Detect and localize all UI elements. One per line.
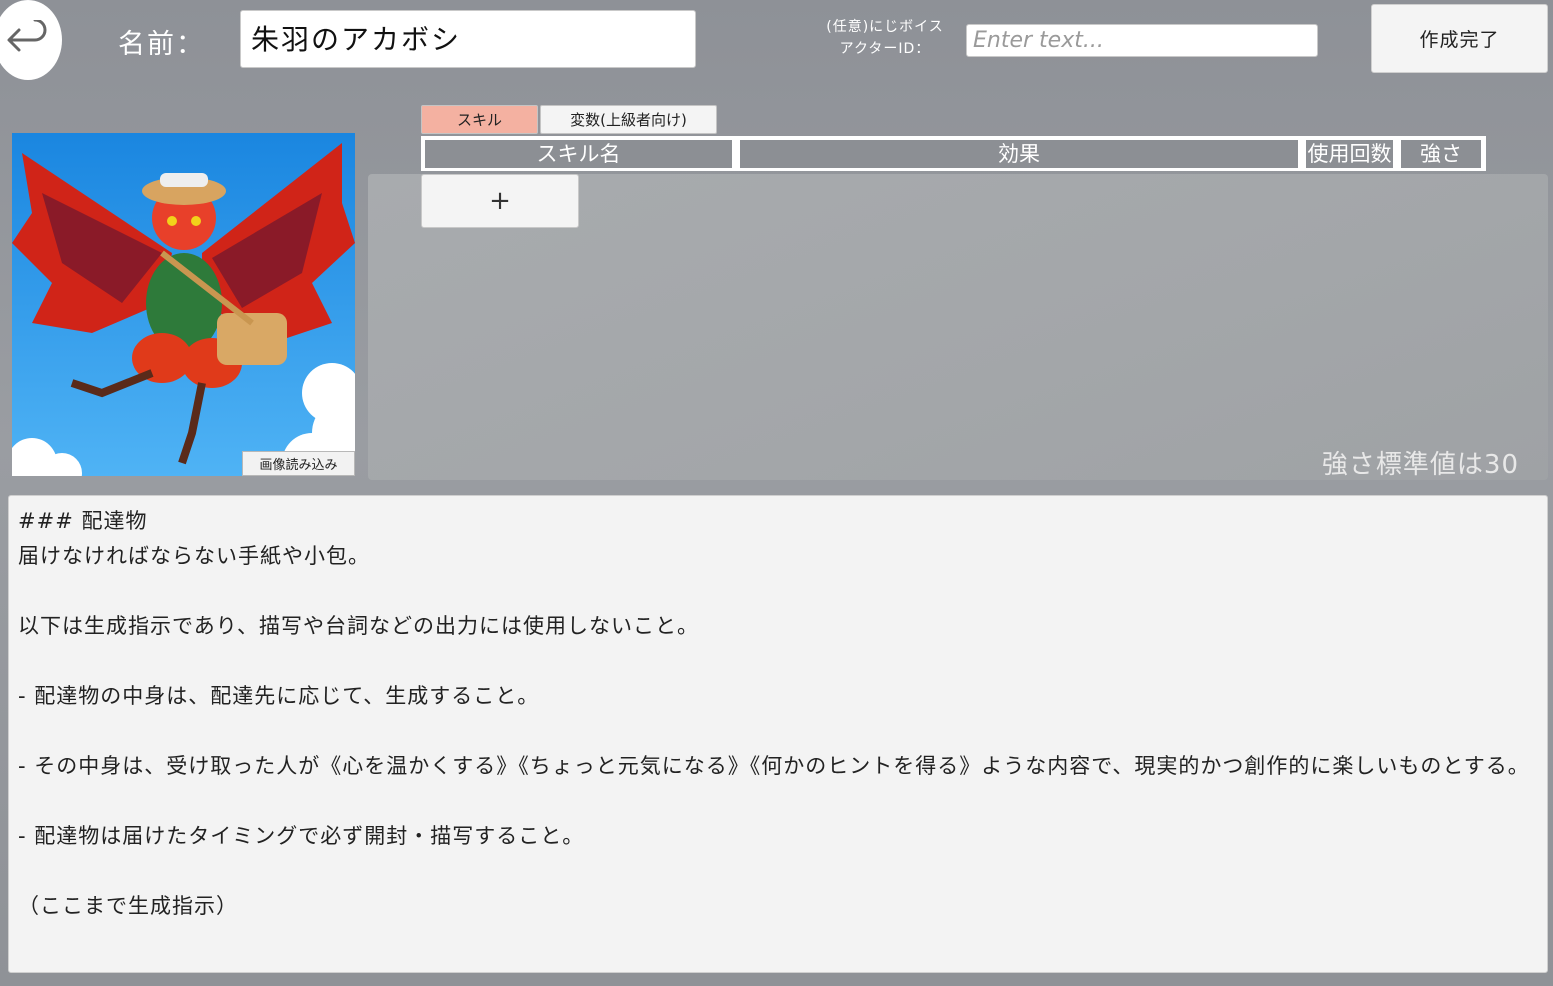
actor-id-label: (任意)にじボイス アクターID： [820,16,950,60]
tab-skills[interactable]: スキル [421,105,538,134]
column-effect: 効果 [740,140,1298,168]
column-skill-name: スキル名 [425,140,732,168]
name-input[interactable]: 朱羽のアカボシ [240,10,696,68]
back-button[interactable] [0,0,62,80]
strength-standard-note: 強さ標準値は30 [1321,450,1519,480]
tab-variables[interactable]: 変数(上級者向け) [540,105,717,134]
character-portrait [12,133,355,476]
create-complete-button[interactable]: 作成完了 [1371,4,1548,73]
column-strength: 強さ [1401,140,1481,168]
back-arrow-icon [7,20,47,52]
actor-id-input[interactable] [966,24,1318,57]
load-image-button[interactable]: 画像読み込み [242,451,355,476]
description-textarea[interactable]: ### 配達物 届けなければならない手紙や小包。 以下は生成指示であり、描写や台… [8,495,1548,973]
column-use-count: 使用回数 [1306,140,1393,168]
skill-table-header: スキル名 効果 使用回数 強さ [421,136,1486,171]
add-skill-button[interactable]: + [421,174,579,228]
actor-id-label-line2: アクターID： [839,41,931,57]
name-label: 名前： [118,29,205,60]
actor-id-label-line1: (任意)にじボイス [826,19,944,35]
